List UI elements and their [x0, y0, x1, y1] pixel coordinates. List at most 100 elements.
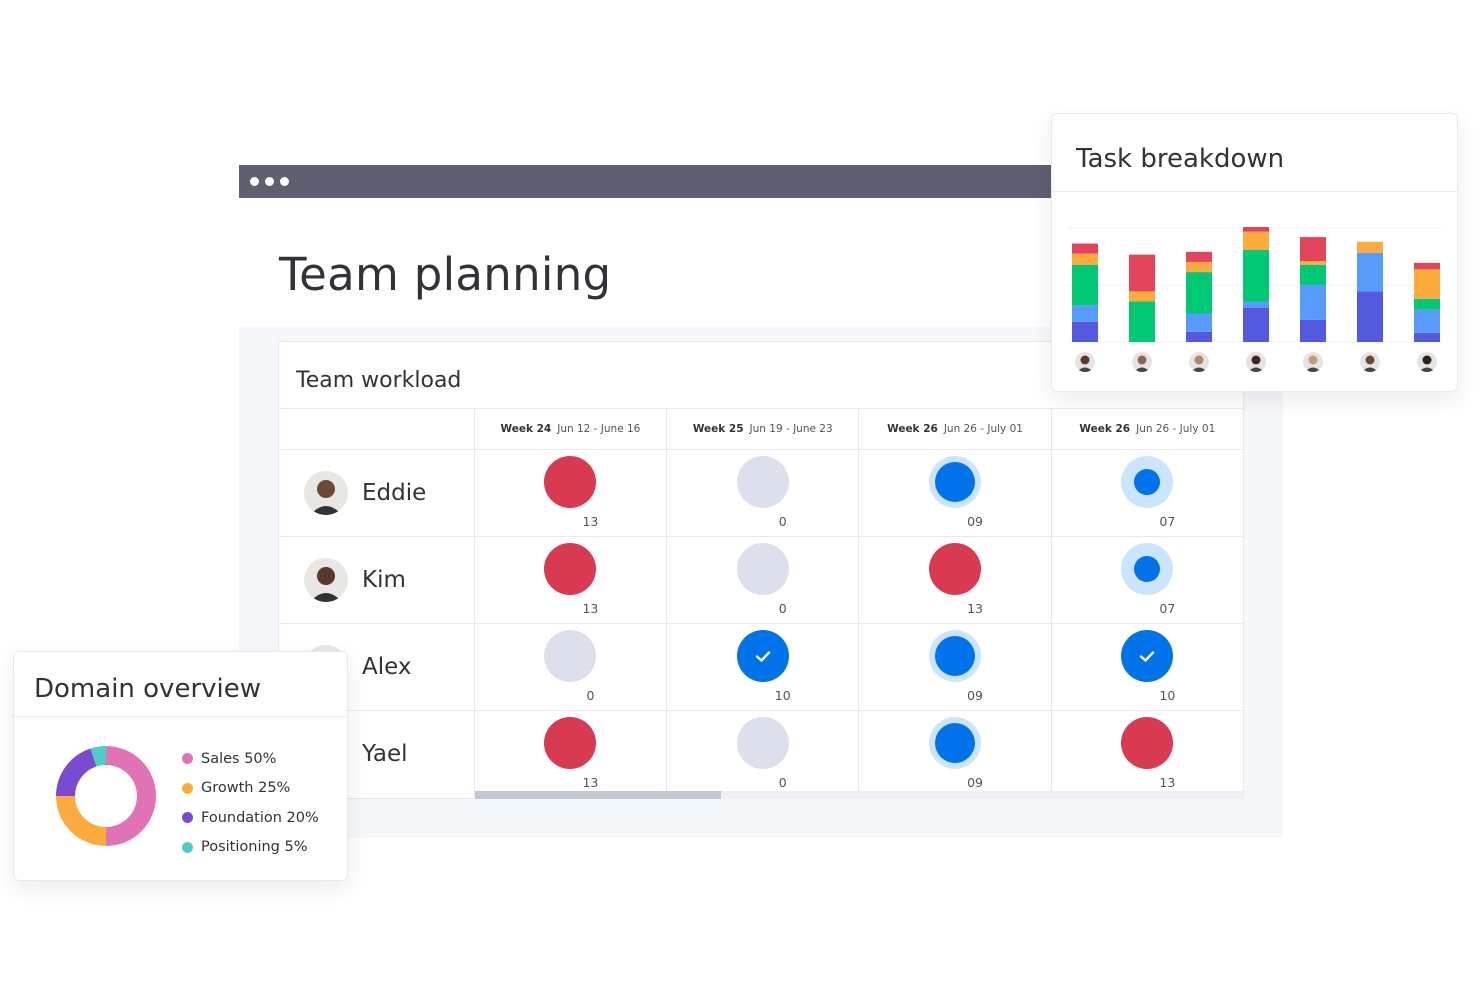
capacity-indicator	[1121, 456, 1174, 508]
scrollbar-thumb[interactable]	[475, 791, 721, 799]
workload-indicator[interactable]	[544, 717, 597, 769]
bar-segment[interactable]	[1357, 252, 1383, 292]
bar-segment[interactable]	[1186, 261, 1212, 273]
table-row: Alex 0 10 09 10	[279, 623, 1243, 710]
workload-indicator[interactable]	[544, 543, 597, 595]
workload-indicator[interactable]	[1121, 543, 1174, 595]
bar-segment[interactable]	[1414, 262, 1440, 270]
avatar[interactable]	[1417, 352, 1437, 372]
bar-segment[interactable]	[1300, 264, 1326, 285]
person: Kim	[279, 537, 474, 623]
horizontal-scrollbar[interactable]	[475, 791, 1243, 799]
bar-segment[interactable]	[1243, 307, 1269, 342]
workload-indicator[interactable]	[736, 630, 789, 682]
workload-indicator[interactable]	[929, 717, 982, 769]
workload-indicator[interactable]	[544, 630, 597, 682]
workload-cell[interactable]: 13	[473, 711, 666, 797]
legend-item: Sales 50%	[182, 744, 319, 774]
avatar[interactable]	[1189, 352, 1209, 372]
workload-cell[interactable]: 0	[666, 711, 858, 797]
overloaded-indicator	[544, 456, 597, 508]
bar-segment[interactable]	[1414, 309, 1440, 333]
window-dot[interactable]	[265, 177, 274, 186]
bar-segment[interactable]	[1072, 253, 1098, 265]
workload-cell[interactable]: 13	[473, 537, 666, 623]
capacity-indicator	[929, 630, 982, 682]
bar-segment[interactable]	[1300, 261, 1326, 265]
avatar[interactable]	[1075, 352, 1095, 372]
legend-label: Sales 50%	[201, 750, 277, 767]
bar-segment[interactable]	[1186, 313, 1212, 332]
workload-indicator[interactable]	[929, 630, 982, 682]
bar-segment[interactable]	[1300, 319, 1326, 342]
window-dot[interactable]	[280, 177, 289, 186]
workload-indicator[interactable]	[929, 456, 982, 508]
bar-segment[interactable]	[1243, 301, 1269, 308]
task-count: 13	[582, 601, 599, 616]
workload-cell[interactable]: 0	[473, 624, 666, 710]
person-cell: Eddie	[279, 450, 474, 536]
bar-segment[interactable]	[1072, 264, 1098, 306]
avatar[interactable]	[1132, 352, 1152, 372]
bar-segment[interactable]	[1243, 227, 1269, 232]
avatar[interactable]	[304, 558, 348, 602]
workload-indicator[interactable]	[736, 456, 789, 508]
workload-indicator[interactable]	[1121, 717, 1174, 769]
person: Eddie	[279, 450, 474, 536]
task-count: 0	[778, 601, 787, 616]
workload-cell[interactable]: 09	[858, 711, 1050, 797]
bar-segment[interactable]	[1357, 291, 1383, 342]
workload-cell[interactable]: 0	[666, 450, 858, 536]
workload-indicator[interactable]	[736, 717, 789, 769]
bar-segment[interactable]	[1414, 298, 1440, 310]
bar-segment[interactable]	[1300, 237, 1326, 262]
bar-segment[interactable]	[1072, 243, 1098, 254]
avatar[interactable]	[1360, 352, 1380, 372]
bar-segment[interactable]	[1129, 254, 1155, 292]
window-dot[interactable]	[250, 177, 259, 186]
legend-label: Growth 25%	[201, 780, 291, 797]
table-row: Eddie 13 0 09 07	[279, 449, 1243, 536]
bar-segment[interactable]	[1300, 284, 1326, 320]
donut-slice[interactable]	[106, 746, 156, 846]
avatar[interactable]	[1246, 352, 1266, 372]
avatar[interactable]	[304, 471, 348, 515]
task-count: 0	[778, 514, 787, 529]
workload-cell[interactable]: 07	[1050, 450, 1243, 536]
bar-segment[interactable]	[1414, 332, 1440, 342]
bar-segment[interactable]	[1357, 241, 1383, 253]
table-row: Kim 13 0 13 07	[279, 536, 1243, 623]
workload-cell[interactable]: 13	[858, 537, 1050, 623]
bar-segment[interactable]	[1186, 331, 1212, 342]
workload-cell[interactable]: 10	[666, 624, 858, 710]
bar-segment[interactable]	[1186, 251, 1212, 262]
bar-segment[interactable]	[1414, 269, 1440, 299]
donut-slice[interactable]	[56, 748, 97, 796]
domain-overview-card: Domain overview Sales 50% Growth 25% Found…	[13, 651, 348, 881]
task-count: 09	[967, 688, 983, 703]
workload-cell[interactable]: 13	[1050, 711, 1243, 797]
workload-indicator[interactable]	[1121, 630, 1174, 682]
bar-segment[interactable]	[1072, 321, 1098, 342]
bar-segment[interactable]	[1243, 231, 1269, 250]
legend-swatch	[182, 841, 193, 853]
workload-cell[interactable]: 09	[858, 450, 1050, 536]
bar-segment[interactable]	[1129, 291, 1155, 302]
workload-cell[interactable]: 07	[1050, 537, 1243, 623]
workload-indicator[interactable]	[1121, 456, 1174, 508]
donut-slice[interactable]	[56, 796, 106, 846]
workload-cell[interactable]: 13	[473, 450, 666, 536]
bar-segment[interactable]	[1072, 305, 1098, 322]
workload-indicator[interactable]	[736, 543, 789, 595]
bar-segment[interactable]	[1243, 250, 1269, 302]
workload-indicator[interactable]	[929, 543, 982, 595]
avatar[interactable]	[1303, 352, 1323, 372]
workload-cell[interactable]: 10	[1050, 624, 1243, 710]
workload-cell[interactable]: 0	[666, 537, 858, 623]
bar-segment[interactable]	[1186, 272, 1212, 314]
legend-swatch	[182, 812, 193, 824]
divider	[14, 716, 347, 717]
bar-segment[interactable]	[1129, 301, 1155, 342]
workload-cell[interactable]: 09	[858, 624, 1050, 710]
workload-indicator[interactable]	[544, 456, 597, 508]
